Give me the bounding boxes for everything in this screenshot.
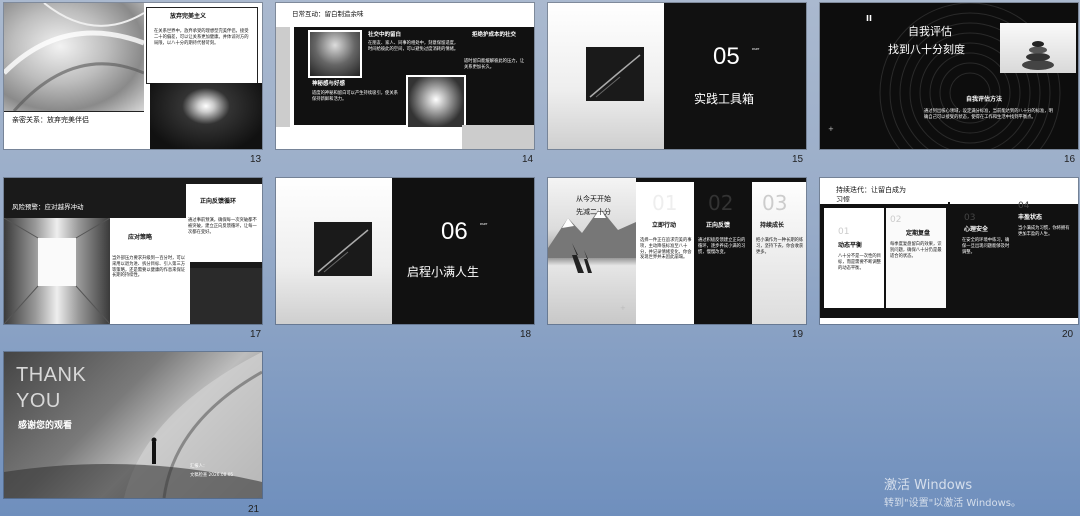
slide-thumbnail-14[interactable]: 日常互动：留白制造余味 社交中的留白 在朋友、家人、同事的相处中，刻意保留适度，…: [276, 3, 534, 149]
slide20-item4-heading: 丰盈状态: [1018, 214, 1043, 221]
slide20-header1: 持续迭代：让留白成为: [836, 186, 906, 194]
slide-thumbnail-13[interactable]: 放弃完美主义 在关系世界中，放弃承受的理想型完美伴侣，接受二十的偏差，可以让关系…: [4, 3, 262, 149]
slide20-item1-body: 八十分不是一次性的目标，而是需要不断调整的动态平衡。: [838, 254, 881, 271]
architecture-curve-image: [4, 3, 144, 111]
slide-thumbnail-16[interactable]: II 自我评估 找到八十分刻度 自我评估方法 通过列出核心领域，设定满分标准，当…: [820, 3, 1078, 149]
slide14-heading2: 拒绝护成本的社交: [472, 32, 517, 38]
slide-number-17: 17: [250, 329, 262, 340]
slide21-you: YOU: [16, 390, 61, 412]
slide16-heading: 自我评估方法: [966, 96, 1003, 103]
slide20-item2-number: 02: [890, 215, 902, 225]
slide15-number: 05: [713, 43, 740, 70]
arch-light-image: [406, 75, 466, 129]
slide14-body2: 适时留白能缓解彼此的压力，让关系更加长久。: [464, 59, 525, 70]
add-slide-icon: +: [620, 304, 626, 312]
slide20-item3-body: 在安全的环境中练习，确保一旦出现问题能够及时调整。: [962, 238, 1010, 255]
slide19-step1-number: 01: [652, 191, 678, 215]
slide19-step3-number: 03: [762, 191, 788, 215]
activate-windows-subtitle: 转到"设置"以激活 Windows。: [884, 498, 1022, 509]
slide17-heading1: 应对策略: [128, 234, 153, 241]
slide14-body1: 在朋友、家人、同事的相处中，刻意保留适度，时间给彼此的空间，可以避免过度消耗的情…: [368, 41, 459, 52]
slide14-heading1: 社交中的留白: [368, 32, 402, 38]
slide20-item4-number: 04: [1018, 201, 1030, 211]
slide13-caption: 亲密关系：放弃完美伴侣: [12, 116, 89, 124]
slide20-item2-heading: 定期复盘: [906, 230, 931, 237]
slide20-item4-body: 当小满成为习惯，你将拥有更加丰盈的人生。: [1018, 226, 1070, 237]
slide13-title: 放弃完美主义: [170, 13, 207, 20]
slide17-body2: 通过事前预演，确保每一次突破都不被突破，建立正向反馈循环，让每一次都在变好。: [188, 218, 257, 235]
slide21-thank: THANK: [16, 364, 87, 386]
slide-number-13: 13: [250, 154, 262, 165]
slide20-item1-heading: 动态平衡: [838, 242, 863, 249]
slide19-step2-body: 通过积极反馈建立正向的循环，逐步养成小满的习惯，慢慢改变。: [698, 238, 746, 255]
slide17-heading2: 正向反馈循环: [200, 198, 237, 205]
slide19-step2-number: 02: [708, 191, 734, 215]
slide-thumbnail-18[interactable]: 06 PART 启程小满人生: [276, 178, 534, 324]
slide-thumbnail-15[interactable]: 05 PART 实践工具箱: [548, 3, 806, 149]
slide17-header: 风险预警：应对越界冲动: [12, 203, 84, 211]
slide19-step1-body: 选择一件正在追求完美的事项，主动降低标准至八十分，并记录情绪变化，你会发现世界并…: [640, 238, 692, 261]
slide19-step2-heading: 正向反馈: [706, 222, 731, 229]
slide14-heading3: 神秘感与好感: [312, 81, 346, 87]
slide19-step1-heading: 立即行动: [652, 222, 677, 229]
slide-number-14: 14: [522, 154, 534, 165]
slide-thumbnail-19[interactable]: 从今天开始 先减二十分 01 立即行动 选择一件正在追求完美的事项，主动降低标准…: [548, 178, 806, 324]
slide-thumbnail-17[interactable]: 风险预警：应对越界冲动 应对策略 当外部压力要求升级到一百分时，可以采用以退为进…: [4, 178, 262, 324]
activate-windows-title: 激活 Windows: [884, 478, 973, 493]
circular-skylight-image: [150, 83, 262, 149]
slide20-header2: 习惯: [836, 196, 850, 202]
slide-thumbnail-20[interactable]: 持续迭代：让留白成为 习惯 01 动态平衡 八十分不是一次性的目标，而是需要不断…: [820, 178, 1078, 324]
slide-number-20: 20: [1062, 329, 1074, 340]
slide18-title: 启程小满人生: [407, 265, 480, 279]
slide-number-19: 19: [792, 329, 804, 340]
slide-thumbnail-21[interactable]: THANK YOU 感谢您的观看 汇报人： 文稿检查 2026.08.05: [4, 352, 262, 498]
slide15-part-label: PART: [752, 47, 760, 51]
spiral-stair-image: [308, 30, 362, 78]
slide-number-18: 18: [520, 329, 532, 340]
slide15-title: 实践工具箱: [694, 92, 755, 106]
slide14-body3: 适度的神秘和留白可以产生持续吸引，使关系保持新鲜和活力。: [312, 91, 398, 102]
slide13-body: 在关系世界中，放弃承受的理想型完美伴侣，接受二十的偏差，可以让关系更加健康。并体…: [154, 29, 249, 46]
slide17-body1: 当外部压力要求升级到一百分时，可以采用以退为进、拆分目标、引入第三方等策略，还是…: [112, 256, 186, 279]
slide-number-21: 21: [248, 504, 260, 515]
slide18-number: 06: [441, 218, 468, 245]
slide19-step3-body: 把小满作为一种长期的练习，坚持下去，你会收获更多。: [756, 238, 804, 255]
slide20-item3-heading: 心理安全: [964, 226, 989, 233]
white-corridor-image: [4, 217, 111, 324]
slide18-part-label: PART: [480, 222, 488, 226]
dark-stair-image: [314, 222, 372, 276]
slide-sorter: { "slides": { "s13": {"number":"13","tit…: [0, 0, 1080, 516]
dark-stair-image: [586, 47, 644, 101]
slide19-step3-heading: 持续成长: [760, 222, 785, 229]
slide-number-15: 15: [792, 154, 804, 165]
slide19-header2: 先减二十分: [576, 208, 611, 216]
add-slide-icon: +: [828, 125, 834, 133]
slide14-header: 日常互动：留白制造余味: [292, 10, 364, 18]
stacked-stones-image: [1000, 23, 1076, 73]
pause-icon: II: [866, 14, 872, 23]
slide20-item1-number: 01: [838, 227, 850, 237]
slide21-reporter: 汇报人：: [190, 464, 208, 469]
slide20-item2-body: 每季度复盘留白的效果，识别问题，确保八十分仍是最适合的状态。: [890, 242, 942, 259]
slide16-title1: 自我评估: [908, 25, 952, 38]
slide-number-16: 16: [1064, 154, 1076, 165]
slide16-body: 通过列出核心领域，设定满分标准，当前能达到的八十分的标准，明确自己可以接受的状态…: [924, 109, 1053, 120]
slide21-meta: 文稿检查 2026.08.05: [190, 473, 234, 478]
slide20-item3-number: 03: [964, 213, 976, 223]
slide21-title: 感谢您的观看: [18, 421, 73, 431]
slide19-header1: 从今天开始: [576, 195, 611, 203]
slide16-title2: 找到八十分刻度: [888, 43, 965, 56]
